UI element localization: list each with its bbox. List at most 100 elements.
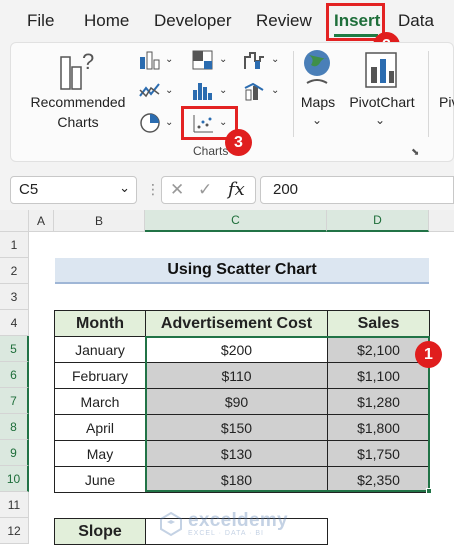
row-header-3[interactable]: 3 <box>0 284 29 310</box>
table-row: March $90 $1,280 <box>54 388 430 415</box>
callout-badge-3: 3 <box>225 129 252 156</box>
table-row: April $150 $1,800 <box>54 414 430 441</box>
chevron-down-icon: ⌄ <box>165 54 174 65</box>
recommended-charts-label-line1: Recommended <box>30 94 126 110</box>
column-header-e[interactable] <box>429 210 454 232</box>
header-sales[interactable]: Sales <box>327 310 430 337</box>
cell-month[interactable]: January <box>54 336 146 363</box>
cell-cost[interactable]: $130 <box>145 440 328 467</box>
cell-sales[interactable]: $1,750 <box>327 440 430 467</box>
name-box-value: C5 <box>19 181 39 198</box>
svg-text:?: ? <box>82 49 94 74</box>
slope-label[interactable]: Slope <box>54 518 146 545</box>
chevron-down-icon: ⌄ <box>375 113 386 127</box>
cell-month[interactable]: May <box>54 440 146 467</box>
menu-review[interactable]: Review <box>256 11 312 31</box>
statistic-chart-button[interactable]: ⌄ <box>191 80 235 102</box>
column-header-d[interactable]: D <box>327 210 429 232</box>
column-chart-button[interactable]: ⌄ <box>138 49 178 71</box>
cell-month[interactable]: March <box>54 388 146 415</box>
sheet-title[interactable]: Using Scatter Chart <box>55 258 429 284</box>
row-header-9[interactable]: 9 <box>0 440 29 466</box>
table-row: January $200 $2,100 <box>54 336 430 363</box>
cancel-icon[interactable]: ✕ <box>170 180 184 200</box>
chevron-down-icon: ⌄ <box>165 85 174 96</box>
chevron-down-icon: ⌄ <box>312 113 323 127</box>
menu-developer[interactable]: Developer <box>154 11 232 31</box>
cell-sales[interactable]: $1,800 <box>327 414 430 441</box>
row-header-10[interactable]: 10 <box>0 466 29 492</box>
line-chart-icon <box>139 83 160 98</box>
chevron-down-icon[interactable]: ⌄ <box>119 180 130 196</box>
name-box[interactable]: C5 ⌄ <box>10 176 137 204</box>
row-header-5[interactable]: 5 <box>0 336 29 362</box>
histogram-chart-icon <box>193 83 212 100</box>
cell-month[interactable]: February <box>54 362 146 389</box>
fill-handle[interactable] <box>426 488 432 494</box>
confirm-icon[interactable]: ✓ <box>198 180 212 200</box>
cell-cost[interactable]: $150 <box>145 414 328 441</box>
waterfall-chart-button[interactable]: ⌄ <box>243 49 287 71</box>
hierarchy-chart-button[interactable]: ⌄ <box>191 49 235 71</box>
column-header-a[interactable]: A <box>29 210 54 232</box>
column-header-c[interactable]: C <box>145 210 327 232</box>
maps-label: Maps <box>300 94 336 110</box>
select-all-corner[interactable] <box>0 210 29 232</box>
pivotchart-icon <box>365 52 397 88</box>
row-header-2[interactable]: 2 <box>0 258 29 284</box>
row-header-4[interactable]: 4 <box>0 310 29 336</box>
formula-buttons: ✕ ✓ fx <box>161 176 256 204</box>
cell-sales[interactable]: $2,350 <box>327 466 430 493</box>
cell-cost[interactable]: $180 <box>145 466 328 493</box>
chevron-down-icon: ⌄ <box>271 54 280 65</box>
chevron-down-icon: ⌄ <box>219 85 228 96</box>
charts-group-label: Charts <box>193 144 229 158</box>
recommended-charts-label-line2: Charts <box>57 114 99 130</box>
menu-file[interactable]: File <box>27 11 54 31</box>
menu-home[interactable]: Home <box>84 11 129 31</box>
cell-cost[interactable]: $110 <box>145 362 328 389</box>
exceldemy-watermark: exceldemy EXCEL · DATA · BI <box>158 510 288 537</box>
maps-button[interactable] <box>299 47 339 91</box>
header-advertisement-cost[interactable]: Advertisement Cost <box>145 310 328 337</box>
pivotchart-button[interactable] <box>363 49 403 91</box>
cell-sales[interactable]: $1,100 <box>327 362 430 389</box>
row-header-1[interactable]: 1 <box>0 232 29 258</box>
table-row: June $180 $2,350 <box>54 466 430 493</box>
recommended-charts-button[interactable]: ? <box>58 49 98 93</box>
table-row: May $130 $1,750 <box>54 440 430 467</box>
line-chart-button[interactable]: ⌄ <box>138 80 178 102</box>
cell-sales[interactable]: $2,100 <box>327 336 430 363</box>
cell-sales[interactable]: $1,280 <box>327 388 430 415</box>
cell-cost[interactable]: $200 <box>145 336 328 363</box>
row-header-11[interactable]: 11 <box>0 492 29 518</box>
column-header-b[interactable]: B <box>54 210 145 232</box>
pie-chart-icon <box>140 113 160 133</box>
data-table: Month Advertisement Cost Sales January $… <box>54 310 430 493</box>
row-header-7[interactable]: 7 <box>0 388 29 414</box>
chevron-down-icon: ⌄ <box>219 54 228 65</box>
header-month[interactable]: Month <box>54 310 146 337</box>
row-header-8[interactable]: 8 <box>0 414 29 440</box>
combo-chart-button[interactable]: ⌄ <box>243 80 287 102</box>
cell-month[interactable]: June <box>54 466 146 493</box>
insert-function-icon[interactable]: fx <box>228 179 245 200</box>
column-chart-icon <box>140 51 160 70</box>
exceldemy-logo-icon <box>160 511 182 536</box>
drag-handle-icon[interactable]: ⋮ <box>146 181 160 198</box>
chevron-down-icon: ⌄ <box>271 85 280 96</box>
cell-month[interactable]: April <box>54 414 146 441</box>
waterfall-chart-icon <box>244 52 264 69</box>
table-row: February $110 $1,100 <box>54 362 430 389</box>
menu-data[interactable]: Data <box>398 11 434 31</box>
row-header-6[interactable]: 6 <box>0 362 29 388</box>
formula-input[interactable]: 200 <box>260 176 454 204</box>
dialog-launcher-icon[interactable]: ⬊ <box>411 147 419 158</box>
callout-badge-1: 1 <box>415 341 442 368</box>
row-header-12[interactable]: 12 <box>0 518 29 544</box>
pivotchart-label: PivotChart <box>349 94 415 110</box>
ribbon-divider <box>428 51 429 137</box>
combo-chart-icon <box>244 82 264 101</box>
cell-cost[interactable]: $90 <box>145 388 328 415</box>
pie-chart-button[interactable]: ⌄ <box>138 111 178 135</box>
